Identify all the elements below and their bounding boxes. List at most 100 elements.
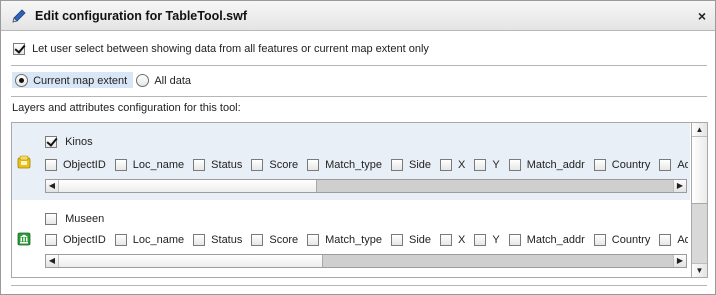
divider <box>11 285 707 287</box>
attribute-label: Admin_N <box>677 159 688 172</box>
layer-row-kinos[interactable]: Kinos ObjectID Loc_name Status Score Match_t… <box>12 123 690 200</box>
layer-toggle-museen[interactable]: Museen <box>45 213 105 226</box>
horizontal-scrollbar-museen[interactable]: ◀ ▶ <box>45 254 687 268</box>
attribute-label: Match_addr <box>526 234 585 247</box>
attribute-checkbox[interactable] <box>307 234 320 247</box>
divider <box>11 96 707 98</box>
attribute-label: Side <box>408 234 432 247</box>
attribute-label: ObjectID <box>63 234 106 247</box>
attribute-option[interactable]: Status <box>193 234 242 247</box>
attribute-label: Score <box>269 234 299 247</box>
attribute-option[interactable]: Admin_N <box>659 234 688 247</box>
radio-current-map-extent-button[interactable] <box>15 74 28 87</box>
attribute-option[interactable]: ObjectID <box>45 234 106 247</box>
vertical-scrollbar[interactable]: ▲ ▼ <box>691 123 707 277</box>
attribute-checkbox[interactable] <box>251 159 264 172</box>
attribute-option[interactable]: Loc_name <box>114 234 184 247</box>
attribute-option[interactable]: Match_type <box>307 159 382 172</box>
attribute-checkbox[interactable] <box>474 234 487 247</box>
attribute-option[interactable]: X <box>440 234 466 247</box>
attribute-label: Status <box>211 159 243 172</box>
attribute-option[interactable]: Match_type <box>307 234 382 247</box>
attribute-checkbox[interactable] <box>440 159 453 172</box>
attribute-option[interactable]: X <box>440 159 466 172</box>
attribute-list-kinos: ObjectID Loc_name Status Score Match_type Sid… <box>45 159 688 172</box>
layer-checkbox-kinos[interactable] <box>45 136 57 149</box>
attribute-checkbox[interactable] <box>114 234 127 247</box>
attribute-checkbox[interactable] <box>307 159 320 172</box>
layer-toggle-kinos[interactable]: Kinos <box>45 136 93 149</box>
dialog-title: Edit configuration for TableTool.swf <box>35 9 248 23</box>
attribute-checkbox[interactable] <box>474 159 487 172</box>
attribute-checkbox[interactable] <box>193 234 206 247</box>
attribute-option[interactable]: Match_addr <box>508 159 585 172</box>
attribute-checkbox[interactable] <box>45 159 57 172</box>
layers-section-heading: Layers and attributes configuration for … <box>12 102 241 114</box>
scroll-track[interactable] <box>59 180 673 192</box>
attribute-option[interactable]: Score <box>251 159 299 172</box>
attribute-checkbox[interactable] <box>440 234 453 247</box>
radio-all-data[interactable]: All data <box>136 74 191 87</box>
attribute-label: Match_type <box>325 159 382 172</box>
attribute-option[interactable]: Side <box>390 159 432 172</box>
attribute-label: Score <box>269 159 299 172</box>
layers-config-panel: Kinos ObjectID Loc_name Status Score Match_t… <box>11 122 708 278</box>
allow-extent-switch-option[interactable]: Let user select between showing data fro… <box>13 43 429 56</box>
scroll-left-icon[interactable]: ◀ <box>46 180 59 192</box>
attribute-checkbox[interactable] <box>45 234 57 247</box>
attribute-checkbox[interactable] <box>593 159 606 172</box>
attribute-label: X <box>458 159 466 172</box>
attribute-label: Country <box>611 234 651 247</box>
attribute-checkbox[interactable] <box>508 234 521 247</box>
attribute-label: Side <box>408 159 432 172</box>
attribute-label: Match_type <box>325 234 382 247</box>
attribute-label: X <box>458 234 466 247</box>
layer-name-museen: Museen <box>65 213 105 226</box>
attribute-checkbox[interactable] <box>193 159 206 172</box>
attribute-checkbox[interactable] <box>114 159 127 172</box>
title-bar[interactable]: Edit configuration for TableTool.swf × <box>1 1 715 31</box>
attribute-option[interactable]: Side <box>390 234 432 247</box>
attribute-checkbox[interactable] <box>390 159 403 172</box>
layer-row-museen[interactable]: Museen ObjectID Loc_name Status Score Match_… <box>12 200 690 277</box>
attribute-checkbox[interactable] <box>390 234 403 247</box>
attribute-checkbox[interactable] <box>659 234 672 247</box>
scroll-thumb[interactable] <box>59 255 324 267</box>
attribute-option[interactable]: Score <box>251 234 299 247</box>
scroll-up-icon[interactable]: ▲ <box>692 123 707 137</box>
radio-current-map-extent[interactable]: Current map extent <box>12 72 134 89</box>
radio-current-map-extent-label: Current map extent <box>33 74 128 87</box>
attribute-option[interactable]: Y <box>474 234 500 247</box>
pencil-icon <box>12 9 26 23</box>
scroll-down-icon[interactable]: ▼ <box>692 263 707 277</box>
attribute-option[interactable]: Y <box>474 159 500 172</box>
attribute-option[interactable]: Country <box>593 234 651 247</box>
attribute-list-museen: ObjectID Loc_name Status Score Match_type Sid… <box>45 234 688 247</box>
horizontal-scrollbar-kinos[interactable]: ◀ ▶ <box>45 179 687 193</box>
attribute-label: Loc_name <box>132 159 185 172</box>
attribute-checkbox[interactable] <box>593 234 606 247</box>
attribute-checkbox[interactable] <box>659 159 672 172</box>
scroll-track[interactable] <box>59 255 673 267</box>
vertical-scroll-thumb[interactable] <box>692 137 707 204</box>
attribute-checkbox[interactable] <box>508 159 521 172</box>
attribute-label: Y <box>492 234 500 247</box>
attribute-option[interactable]: ObjectID <box>45 159 106 172</box>
attribute-label: Match_addr <box>526 159 585 172</box>
divider <box>11 65 707 67</box>
radio-all-data-button[interactable] <box>136 74 150 87</box>
close-button[interactable]: × <box>695 9 709 23</box>
scroll-thumb[interactable] <box>59 180 317 192</box>
attribute-option[interactable]: Country <box>593 159 651 172</box>
attribute-option[interactable]: Loc_name <box>114 159 185 172</box>
attribute-option[interactable]: Status <box>193 159 243 172</box>
attribute-checkbox[interactable] <box>251 234 264 247</box>
scroll-right-icon[interactable]: ▶ <box>673 255 686 267</box>
attribute-option[interactable]: Match_addr <box>508 234 585 247</box>
scroll-left-icon[interactable]: ◀ <box>46 255 59 267</box>
scroll-right-icon[interactable]: ▶ <box>673 180 686 192</box>
attribute-option[interactable]: Admin_N <box>659 159 688 172</box>
attribute-label: Country <box>611 159 651 172</box>
allow-extent-switch-checkbox[interactable] <box>13 43 25 56</box>
layer-checkbox-museen[interactable] <box>45 213 57 226</box>
